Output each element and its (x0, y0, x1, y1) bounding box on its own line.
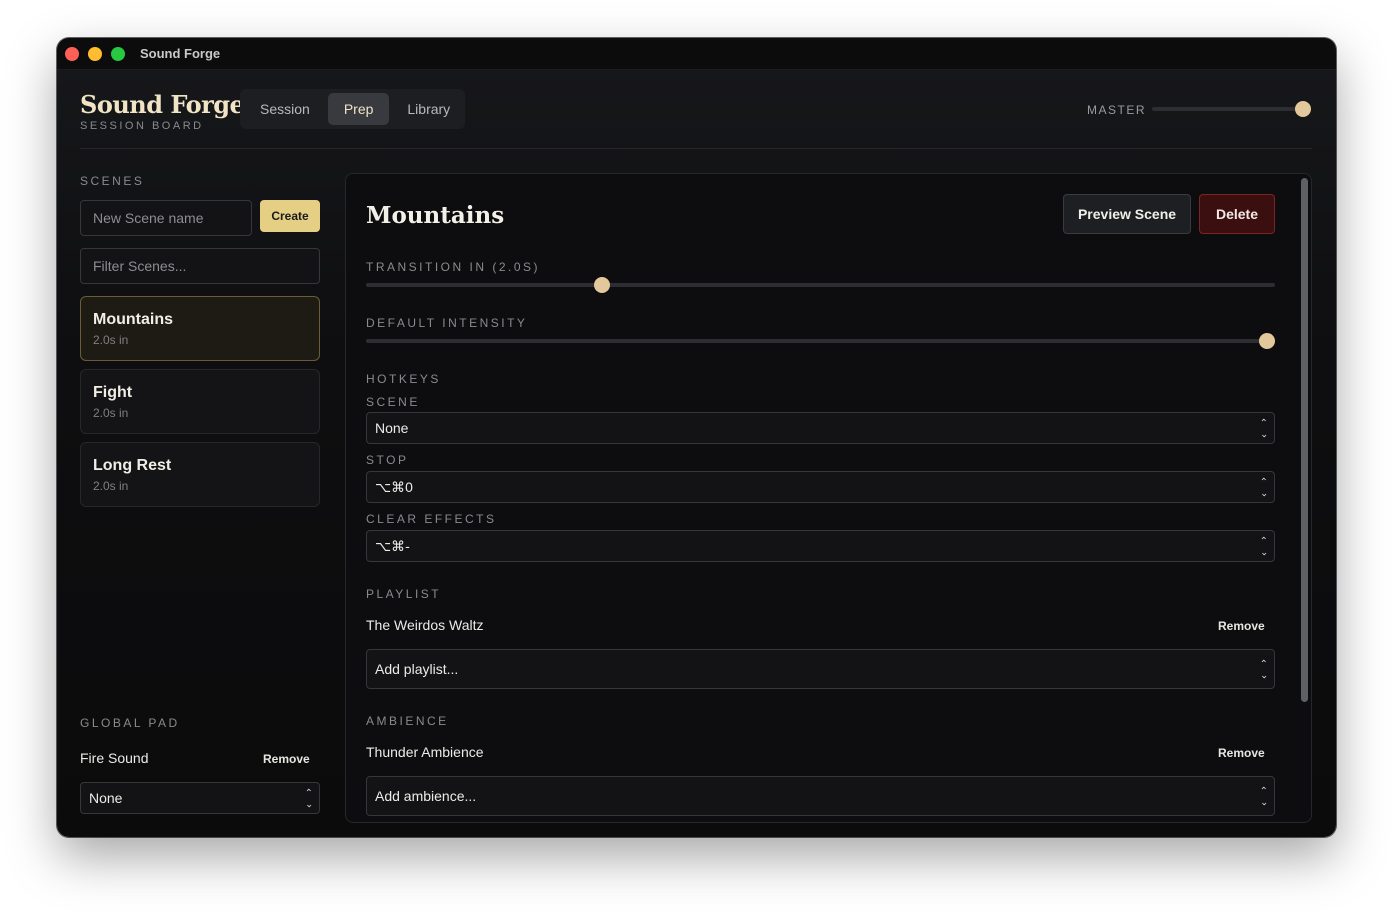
chevron-updown-icon: ⌃ ⌃ (1259, 418, 1268, 439)
ambience-remove-button[interactable]: Remove (1218, 746, 1265, 760)
chevron-updown-icon: ⌃ ⌃ (1259, 477, 1268, 498)
close-window-button[interactable] (65, 47, 79, 61)
ambience-item: Thunder Ambience (366, 744, 484, 760)
intensity-label: DEFAULT INTENSITY (366, 316, 528, 330)
scene-name: Long Rest (93, 457, 172, 474)
tab-prep[interactable]: Prep (327, 93, 390, 125)
transition-label: TRANSITION IN (2.0S) (366, 260, 541, 274)
window-title: Sound Forge (140, 46, 221, 61)
new-scene-name-input[interactable] (80, 200, 252, 236)
chevron-updown-icon: ⌃ ⌃ (304, 788, 313, 809)
playlist-remove-button[interactable]: Remove (1218, 619, 1265, 633)
scene-name: Mountains (93, 311, 173, 328)
intensity-slider-thumb[interactable] (1259, 333, 1275, 349)
stop-hotkey-label: STOP (366, 453, 409, 467)
scene-meta: 2.0s in (93, 406, 129, 420)
minimize-window-button[interactable] (88, 47, 102, 61)
filter-scenes-input[interactable] (80, 248, 320, 284)
scene-meta: 2.0s in (93, 333, 129, 347)
ambience-label: AMBIENCE (366, 714, 449, 728)
scene-hotkey-value: None (375, 420, 409, 436)
scene-title: Mountains (366, 202, 505, 229)
master-label: MASTER (1087, 103, 1147, 117)
panel-scrollbar-thumb[interactable] (1301, 178, 1308, 702)
scene-item-long-rest[interactable]: Long Rest 2.0s in (80, 442, 320, 507)
playlist-label: PLAYLIST (366, 587, 442, 601)
title-bar: Sound Forge (57, 38, 1336, 70)
app-window: Sound Forge Sound Forge SESSION BOARD Se… (57, 38, 1336, 837)
create-scene-button[interactable]: Create (260, 200, 320, 232)
tab-library[interactable]: Library (391, 93, 466, 125)
scene-hotkey-label: SCENE (366, 395, 420, 409)
zoom-window-button[interactable] (111, 47, 125, 61)
scene-hotkey-select[interactable]: None ⌃ ⌃ (366, 412, 1275, 444)
master-volume-slider[interactable] (1152, 107, 1304, 111)
scene-item-mountains[interactable]: Mountains 2.0s in (80, 296, 320, 361)
global-pad-label: GLOBAL PAD (80, 716, 180, 730)
header-divider (80, 148, 1312, 149)
transition-slider-thumb[interactable] (593, 277, 610, 293)
brand-title: Sound Forge (80, 90, 245, 119)
scene-name: Fight (93, 384, 133, 401)
master-volume-thumb[interactable] (1295, 101, 1311, 117)
delete-scene-button[interactable]: Delete (1199, 194, 1275, 234)
mode-tabs: Session Prep Library (240, 89, 465, 129)
tab-session[interactable]: Session (244, 93, 326, 125)
hotkeys-label: HOTKEYS (366, 372, 441, 386)
add-ambience-value: Add ambience... (375, 788, 477, 804)
scene-meta: 2.0s in (93, 479, 129, 493)
add-ambience-select[interactable]: Add ambience... ⌃ ⌃ (366, 776, 1275, 816)
brand-subtitle: SESSION BOARD (80, 120, 204, 132)
global-pad-item: Fire Sound (80, 750, 149, 766)
chevron-updown-icon: ⌃ ⌃ (1259, 536, 1268, 557)
clear-effects-select[interactable]: ⌥⌘- ⌃ ⌃ (366, 530, 1275, 562)
preview-scene-button[interactable]: Preview Scene (1063, 194, 1191, 234)
global-pad-remove-button[interactable]: Remove (263, 752, 310, 766)
intensity-slider[interactable] (366, 339, 1275, 343)
global-pad-select[interactable]: None ⌃ ⌃ (80, 782, 320, 814)
scene-detail-panel: Mountains Preview Scene Delete TRANSITIO… (345, 173, 1312, 823)
clear-effects-label: CLEAR EFFECTS (366, 512, 497, 526)
scene-item-fight[interactable]: Fight 2.0s in (80, 369, 320, 434)
chevron-updown-icon: ⌃ ⌃ (1259, 659, 1268, 680)
stop-hotkey-value: ⌥⌘0 (375, 478, 413, 495)
add-playlist-value: Add playlist... (375, 661, 459, 677)
transition-slider[interactable] (366, 283, 1275, 287)
brand: Sound Forge SESSION BOARD (80, 90, 245, 132)
playlist-item: The Weirdos Waltz (366, 617, 484, 633)
add-playlist-select[interactable]: Add playlist... ⌃ ⌃ (366, 649, 1275, 689)
scenes-section-label: SCENES (80, 174, 145, 188)
global-pad-select-value: None (89, 790, 123, 806)
chevron-updown-icon: ⌃ ⌃ (1259, 786, 1268, 807)
stop-hotkey-select[interactable]: ⌥⌘0 ⌃ ⌃ (366, 471, 1275, 503)
clear-effects-value: ⌥⌘- (375, 537, 410, 554)
